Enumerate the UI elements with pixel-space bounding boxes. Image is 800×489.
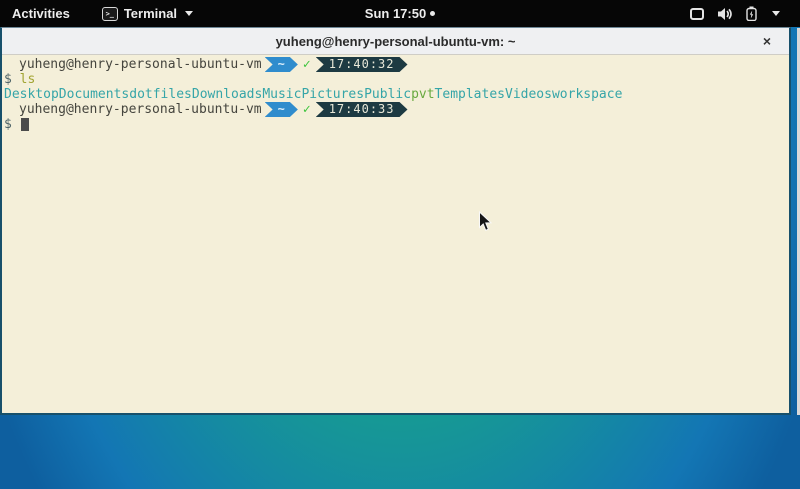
terminal-app-icon: >_ — [102, 7, 118, 21]
status-check-icon: ✓ — [303, 57, 311, 72]
file-entry: Downloads — [192, 87, 262, 102]
prompt-symbol: $ — [4, 117, 20, 132]
app-menu-terminal[interactable]: >_ Terminal — [96, 0, 199, 27]
terminal-command-line: $ ls — [4, 72, 789, 87]
notification-dot-icon — [430, 11, 435, 16]
top-bar: Activities >_ Terminal Sun 17:50 — [0, 0, 800, 27]
file-entry: Music — [262, 87, 301, 102]
app-menu-label: Terminal — [124, 6, 177, 21]
prompt-time-segment: 17:40:33 — [316, 102, 408, 117]
terminal-prompt-line: yuheng@henry-personal-ubuntu-vm~ ✓ 17:40:3… — [4, 57, 789, 72]
volume-icon — [717, 7, 733, 21]
chevron-down-icon — [185, 11, 193, 16]
terminal-prompt-line: yuheng@henry-personal-ubuntu-vm~ ✓ 17:40:3… — [4, 102, 789, 117]
close-button[interactable]: × — [759, 28, 775, 54]
file-entry: Templates — [435, 87, 505, 102]
file-entry: workspace — [552, 87, 622, 102]
command-text: ls — [20, 72, 36, 87]
file-entry: Pictures — [301, 87, 364, 102]
prompt-user: yuheng@henry-personal-ubuntu-vm — [19, 102, 262, 117]
prompt-time-segment: 17:40:32 — [316, 57, 408, 72]
prompt-user: yuheng@henry-personal-ubuntu-vm — [19, 57, 262, 72]
window-titlebar[interactable]: yuheng@henry-personal-ubuntu-vm: ~ × — [2, 28, 789, 55]
activities-button[interactable]: Activities — [0, 0, 82, 27]
file-entry: Public — [364, 87, 411, 102]
clock-label: Sun 17:50 — [365, 6, 426, 21]
display-icon — [690, 8, 704, 20]
prompt-path-segment: ~ — [265, 57, 298, 72]
chevron-down-icon — [772, 11, 780, 16]
terminal-window: yuheng@henry-personal-ubuntu-vm: ~ × yuh… — [0, 27, 791, 415]
prompt-symbol: $ — [4, 72, 20, 87]
battery-charging-icon — [746, 6, 757, 21]
file-entry: Videos — [505, 87, 552, 102]
prompt-path-segment: ~ — [265, 102, 298, 117]
file-entry: Documents — [59, 87, 129, 102]
status-check-icon: ✓ — [303, 102, 311, 117]
file-entry: dotfiles — [129, 87, 192, 102]
system-status-area[interactable] — [690, 0, 800, 27]
text-cursor — [21, 118, 29, 131]
file-entry: Desktop — [4, 87, 59, 102]
file-entry: pvt — [411, 87, 434, 102]
window-title: yuheng@henry-personal-ubuntu-vm: ~ — [276, 34, 516, 49]
terminal-content[interactable]: yuheng@henry-personal-ubuntu-vm~✓17:40:3… — [2, 55, 789, 413]
terminal-ls-output: Desktop Documents dotfiles Downloads Mus… — [4, 87, 789, 102]
terminal-current-line: $ — [4, 117, 789, 132]
